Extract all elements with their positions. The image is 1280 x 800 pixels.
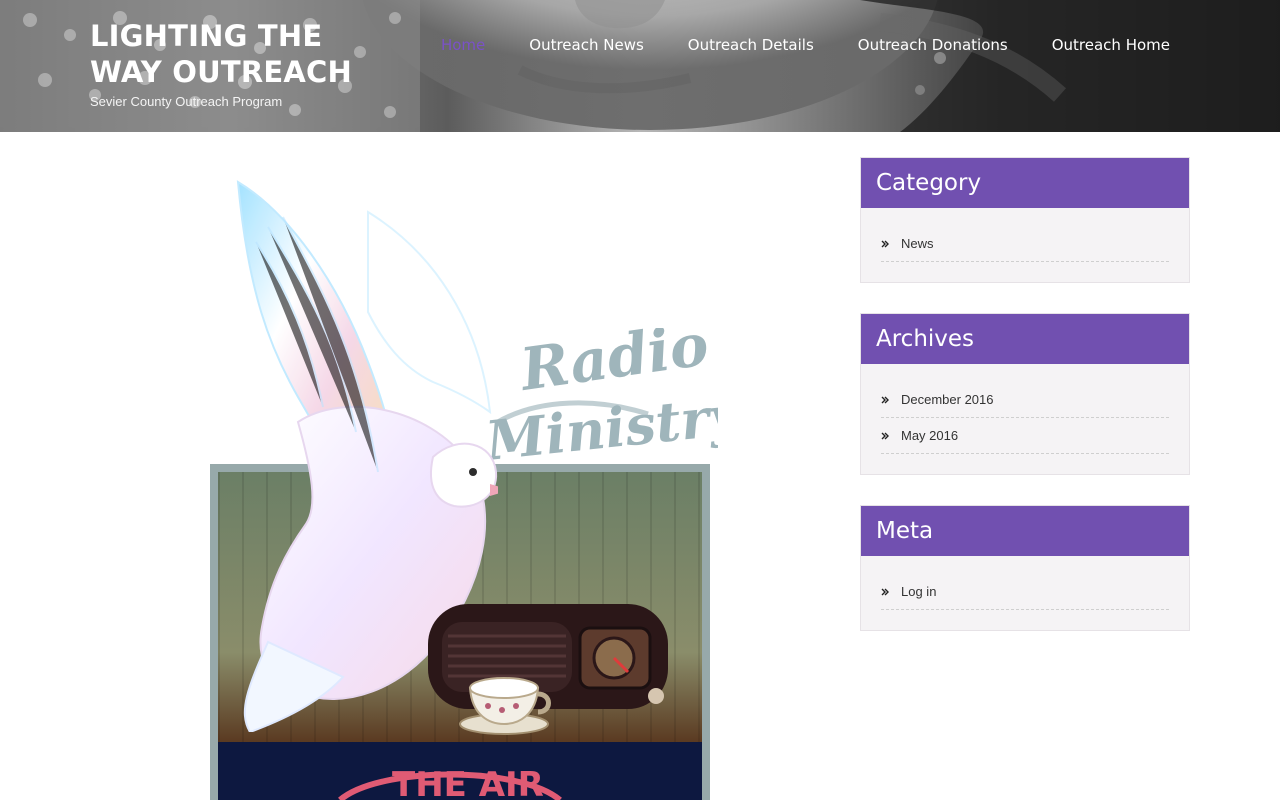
on-air-text: THE AIR — [392, 765, 544, 800]
widget-list: News — [861, 208, 1189, 282]
nav-item-outreach-donations[interactable]: Outreach Donations — [858, 35, 1008, 55]
archive-link-december-2016[interactable]: December 2016 — [901, 392, 994, 408]
site-header: LIGHTING THE WAY OUTREACH Sevier County … — [0, 0, 1280, 132]
featured-image: Radio Ministry THE AIR — [210, 172, 718, 800]
widget-list: December 2016 May 2016 — [861, 364, 1189, 474]
widget-title: Category — [861, 158, 1189, 208]
meta-link-log-in[interactable]: Log in — [901, 584, 936, 600]
arrow-bullet-icon — [881, 588, 901, 596]
sidebar: Category News Archives December 2016 May… — [860, 157, 1190, 661]
site-tagline: Sevier County Outreach Program — [90, 94, 283, 109]
list-item: Log in — [881, 574, 1169, 610]
nav-item-outreach-home[interactable]: Outreach Home — [1052, 35, 1170, 55]
arrow-bullet-icon — [881, 432, 901, 440]
nav-item-outreach-details[interactable]: Outreach Details — [688, 35, 814, 55]
svg-text:Ministry: Ministry — [488, 382, 718, 468]
list-item: News — [881, 226, 1169, 262]
arrow-bullet-icon — [881, 396, 901, 404]
on-air-banner: THE AIR — [338, 765, 562, 800]
widget-title: Archives — [861, 314, 1189, 364]
widget-title: Meta — [861, 506, 1189, 556]
widget-list: Log in — [861, 556, 1189, 630]
teacup-illustration — [459, 677, 551, 735]
site-title[interactable]: LIGHTING THE WAY OUTREACH — [90, 18, 390, 90]
list-item: May 2016 — [881, 418, 1169, 454]
arrow-bullet-icon — [881, 240, 901, 248]
category-link-news[interactable]: News — [901, 236, 934, 252]
primary-navigation: Home Outreach News Outreach Details Outr… — [441, 35, 1170, 55]
archive-link-may-2016[interactable]: May 2016 — [901, 428, 958, 444]
radio-ministry-lettering: Radio Ministry — [488, 328, 718, 468]
nav-item-outreach-news[interactable]: Outreach News — [529, 35, 644, 55]
main-content: Radio Ministry THE AIR Category News Arc… — [0, 132, 1280, 800]
widget-archives: Archives December 2016 May 2016 — [860, 313, 1190, 475]
list-item: December 2016 — [881, 382, 1169, 418]
widget-category: Category News — [860, 157, 1190, 283]
nav-item-home[interactable]: Home — [441, 35, 485, 55]
widget-meta: Meta Log in — [860, 505, 1190, 631]
